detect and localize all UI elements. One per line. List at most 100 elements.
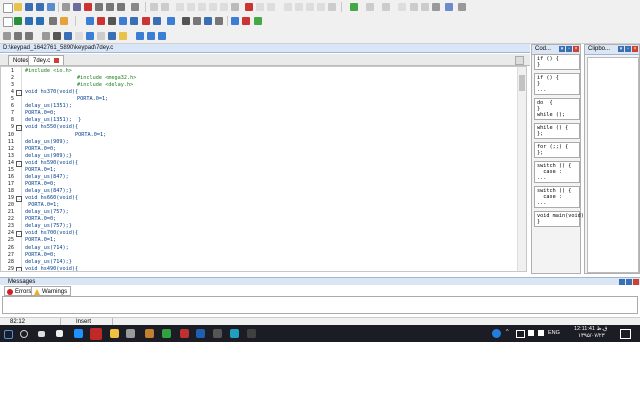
tile-icon[interactable] xyxy=(14,32,22,40)
tab-list-icon[interactable] xyxy=(515,56,524,65)
dock-icon[interactable]: ▫ xyxy=(566,46,572,52)
undo-icon[interactable] xyxy=(150,3,158,11)
split-icon[interactable] xyxy=(136,32,144,40)
task-view-icon[interactable] xyxy=(38,331,45,337)
code-line[interactable]: PORTA.0=1; xyxy=(77,96,108,102)
layout-icon[interactable] xyxy=(3,32,11,40)
code-line[interactable]: delay_us(714);} xyxy=(25,259,72,265)
code-line[interactable]: delay_us(909); xyxy=(25,139,69,145)
edit-icon[interactable] xyxy=(317,3,325,11)
code-line[interactable]: delay_us(757);} xyxy=(25,223,72,229)
terminal-icon[interactable] xyxy=(432,3,440,11)
close-panel-icon[interactable]: × xyxy=(573,46,579,52)
prev-bookmark-icon[interactable] xyxy=(256,3,264,11)
toggle-view-icon[interactable] xyxy=(86,32,94,40)
settings-icon[interactable] xyxy=(213,329,222,338)
app-icon-2[interactable] xyxy=(145,329,154,338)
fold-toggle-icon[interactable]: - xyxy=(16,125,22,132)
network-icon[interactable] xyxy=(528,330,534,336)
notes-icon[interactable] xyxy=(119,32,127,40)
open-folder-icon[interactable] xyxy=(14,3,22,11)
settings-icon[interactable] xyxy=(458,3,466,11)
code-line[interactable]: PORTA.0=1; xyxy=(25,202,59,208)
word-icon[interactable] xyxy=(196,329,205,338)
build-icon[interactable] xyxy=(86,17,94,25)
code-line[interactable]: #include <mega32.h> xyxy=(77,75,136,81)
close-tab-icon[interactable] xyxy=(53,57,59,63)
close-icon[interactable] xyxy=(84,3,92,11)
dock-icon[interactable] xyxy=(626,279,632,285)
app-icon-5[interactable] xyxy=(247,329,256,338)
vertical-scrollbar[interactable] xyxy=(517,67,526,271)
dock-icon[interactable]: ▫ xyxy=(625,46,631,52)
pin-icon[interactable] xyxy=(619,279,625,285)
monitor-icon[interactable] xyxy=(204,17,212,25)
paragraph-icon[interactable] xyxy=(42,32,50,40)
clean-icon[interactable] xyxy=(130,17,138,25)
programmer-icon[interactable] xyxy=(445,3,453,11)
code-snippet[interactable]: while () { }; xyxy=(534,123,580,139)
open-project-icon[interactable] xyxy=(25,17,33,25)
clock-date[interactable]: ۱۳۹۵/۰۷/۲۳ xyxy=(578,333,605,339)
code-snippet[interactable]: switch () { case : ... xyxy=(534,161,580,183)
code-line[interactable]: delay_us(757); xyxy=(25,209,69,215)
fold-toggle-icon[interactable]: - xyxy=(16,196,22,203)
chevron-up-icon[interactable]: ^ xyxy=(506,329,509,335)
window-icon[interactable] xyxy=(167,17,175,25)
fold-toggle-icon[interactable]: - xyxy=(16,160,22,167)
close-panel-icon[interactable]: × xyxy=(632,46,638,52)
code-line[interactable]: delay_us(847); xyxy=(25,174,69,180)
stop-icon[interactable] xyxy=(382,3,390,11)
code-line[interactable]: PORTA.0=1; xyxy=(25,237,56,243)
web-icon[interactable] xyxy=(254,17,262,25)
code-snippet[interactable]: if () { } ... xyxy=(534,73,580,95)
app-icon-1[interactable] xyxy=(126,329,135,338)
code-line[interactable]: delay_us(847);} xyxy=(25,188,72,194)
cut-icon[interactable] xyxy=(62,3,70,11)
pin-icon[interactable]: ▾ xyxy=(618,46,624,52)
code-line[interactable]: #include <delay.h> xyxy=(77,82,133,88)
pin-icon[interactable]: ▾ xyxy=(559,46,565,52)
code-line[interactable]: void hs370(void){ xyxy=(25,89,78,95)
list-icon[interactable] xyxy=(75,32,83,40)
codevision-icon[interactable] xyxy=(90,328,102,340)
code-line[interactable]: PORTA.0=1; xyxy=(25,167,56,173)
configure-icon[interactable] xyxy=(49,17,57,25)
watch-icon[interactable] xyxy=(410,3,418,11)
tab-7dey-c[interactable]: 7dey.c xyxy=(28,55,64,65)
code-line[interactable]: delay_us(1351); xyxy=(25,103,72,109)
step-icon[interactable] xyxy=(366,3,374,11)
code-line[interactable]: #include <io.h> xyxy=(25,68,72,74)
print-icon[interactable] xyxy=(47,3,55,11)
notifications-icon[interactable] xyxy=(620,329,631,339)
close-panel-icon[interactable] xyxy=(633,279,639,285)
comment-icon[interactable] xyxy=(198,3,206,11)
cascade-icon[interactable] xyxy=(25,32,33,40)
highlight-icon[interactable] xyxy=(328,3,336,11)
chip-wizard-icon[interactable] xyxy=(14,17,22,25)
indent-icon[interactable] xyxy=(176,3,184,11)
bookmark-icon[interactable] xyxy=(220,3,228,11)
uncomment-icon[interactable] xyxy=(209,3,217,11)
print-preview-icon[interactable] xyxy=(131,3,139,11)
select-icon[interactable] xyxy=(306,3,314,11)
tools-icon[interactable] xyxy=(193,17,201,25)
help-tray-icon[interactable] xyxy=(492,329,501,338)
chrome-icon[interactable] xyxy=(162,329,171,338)
code-line[interactable]: PORTA.0=0; xyxy=(25,252,56,258)
toggle-bookmark-icon[interactable] xyxy=(231,3,239,11)
code-snippet[interactable]: if () { } xyxy=(534,54,580,70)
battery-icon[interactable] xyxy=(516,330,525,338)
debug-icon[interactable] xyxy=(119,17,127,25)
language-indicator[interactable]: ENG xyxy=(548,330,560,336)
copy-icon[interactable] xyxy=(73,3,81,11)
font-icon[interactable] xyxy=(53,32,61,40)
run-icon[interactable] xyxy=(350,3,358,11)
next-bookmark-icon[interactable] xyxy=(267,3,275,11)
help-icon[interactable] xyxy=(231,17,239,25)
goto-icon[interactable] xyxy=(117,3,125,11)
code-line[interactable]: void hs490(void){ xyxy=(25,266,78,271)
compile-icon[interactable] xyxy=(60,17,68,25)
zoom-icon[interactable] xyxy=(97,32,105,40)
taskbar-app-icon[interactable] xyxy=(56,330,63,337)
